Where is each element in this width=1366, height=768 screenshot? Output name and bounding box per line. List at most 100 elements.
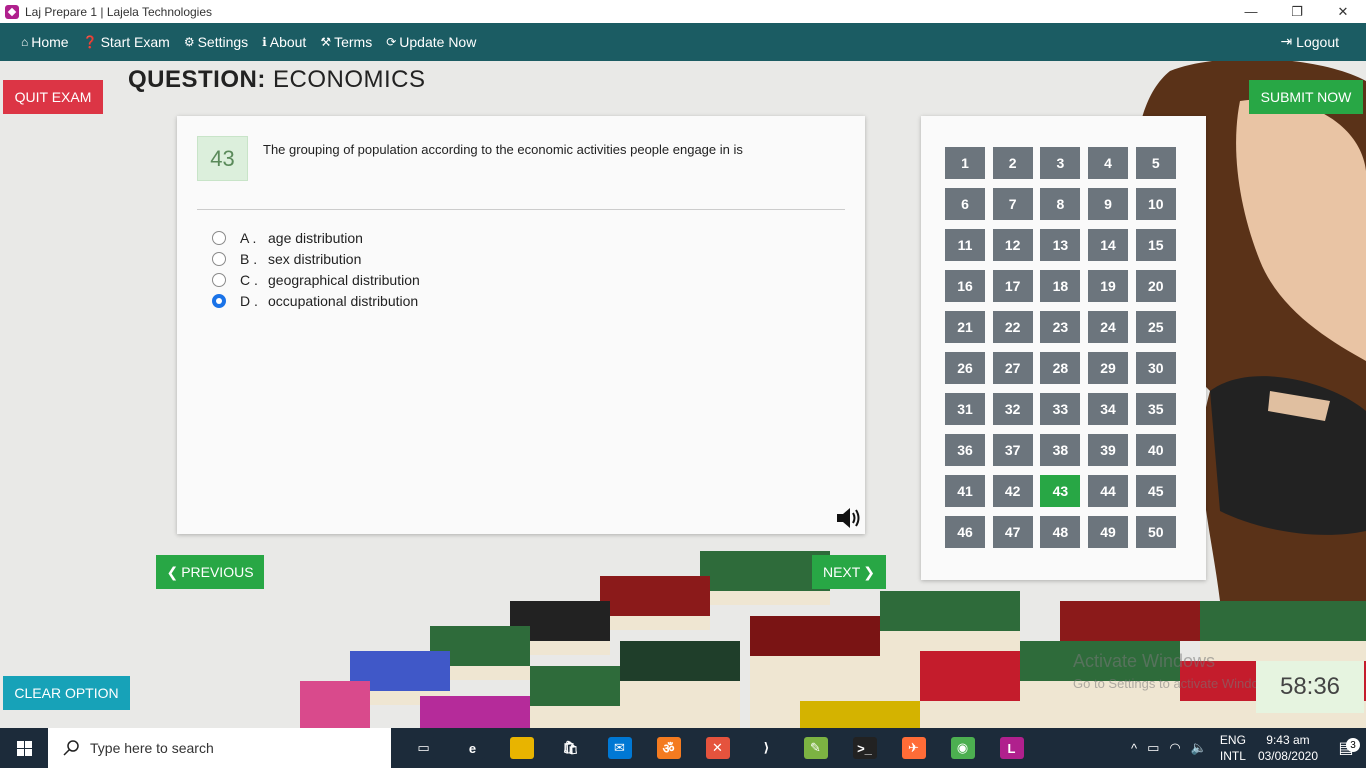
question-nav-button-9[interactable]: 9 [1088,188,1129,220]
question-nav-button-18[interactable]: 18 [1040,270,1081,302]
nav-about[interactable]: ℹ About [262,34,306,50]
edge-taskbar-button[interactable]: e [448,728,497,768]
question-nav-button-20[interactable]: 20 [1135,270,1176,302]
chevron-up-icon[interactable]: ^ [1131,741,1137,756]
vscode-taskbar-button[interactable]: ⟩ [742,728,791,768]
question-nav-button-23[interactable]: 23 [1040,311,1081,343]
option-a[interactable]: A . age distribution [212,227,420,248]
nav-terms[interactable]: ⚒ Terms [320,34,372,50]
previous-button[interactable]: ❮ PREVIOUS [156,555,264,589]
question-nav-button-50[interactable]: 50 [1135,516,1176,548]
window-title: Laj Prepare 1 | Lajela Technologies [25,4,213,19]
chrome-taskbar-button[interactable]: ◉ [938,728,987,768]
nav-update-now[interactable]: ⟳ Update Now [386,34,476,50]
mail-taskbar-button[interactable]: ✉ [595,728,644,768]
question-nav-button-21[interactable]: 21 [945,311,985,343]
question-nav-button-34[interactable]: 34 [1088,393,1129,425]
question-nav-button-17[interactable]: 17 [992,270,1033,302]
option-c[interactable]: C . geographical distribution [212,269,420,290]
autodesk-taskbar-button[interactable]: ✕ [693,728,742,768]
laj-prepare-taskbar-button[interactable]: L [987,728,1036,768]
question-nav-button-35[interactable]: 35 [1135,393,1176,425]
question-nav-button-15[interactable]: 15 [1135,229,1176,261]
question-nav-button-30[interactable]: 30 [1135,352,1176,384]
terminal-taskbar-button[interactable]: >_ [840,728,889,768]
question-nav-button-8[interactable]: 8 [1040,188,1081,220]
question-nav-button-4[interactable]: 4 [1088,147,1129,179]
question-nav-button-37[interactable]: 37 [992,434,1033,466]
question-nav-button-46[interactable]: 46 [945,516,985,548]
question-nav-button-27[interactable]: 27 [992,352,1033,384]
question-nav-button-32[interactable]: 32 [992,393,1033,425]
question-nav-button-10[interactable]: 10 [1135,188,1176,220]
restore-button[interactable]: ❐ [1274,0,1320,23]
task-view-taskbar-button[interactable]: ▭ [399,728,448,768]
nav-settings[interactable]: ⚙ Settings [184,34,248,50]
minimize-button[interactable]: — [1228,0,1274,23]
question-nav-button-48[interactable]: 48 [1040,516,1081,548]
battery-icon[interactable]: ▭ [1147,740,1159,756]
question-nav-button-11[interactable]: 11 [945,229,985,261]
option-b-radio[interactable] [212,251,226,266]
question-nav-button-5[interactable]: 5 [1135,147,1176,179]
notepad-plus-taskbar-button[interactable]: ✎ [791,728,840,768]
question-nav-button-7[interactable]: 7 [992,188,1033,220]
question-nav-button-39[interactable]: 39 [1088,434,1129,466]
question-nav-button-22[interactable]: 22 [992,311,1033,343]
nav-start-exam[interactable]: ❓ Start Exam [83,34,170,50]
wifi-icon[interactable]: ◠ [1169,740,1180,756]
clear-option-button[interactable]: CLEAR OPTION [3,676,130,710]
option-a-radio[interactable] [212,230,226,245]
next-button[interactable]: NEXT ❯ [812,555,886,589]
question-nav-button-40[interactable]: 40 [1135,434,1176,466]
question-nav-button-6[interactable]: 6 [945,188,985,220]
question-nav-button-28[interactable]: 28 [1040,352,1081,384]
option-d-radio[interactable] [212,293,226,308]
question-nav-button-29[interactable]: 29 [1088,352,1129,384]
taskbar-clock[interactable]: 9:43 am 03/08/2020 [1258,732,1318,764]
xampp-taskbar-button[interactable]: ॐ [644,728,693,768]
question-nav-button-45[interactable]: 45 [1135,475,1176,507]
question-nav-button-19[interactable]: 19 [1088,270,1129,302]
option-c-radio[interactable] [212,272,226,287]
speaker-icon[interactable] [835,506,863,530]
question-nav-button-49[interactable]: 49 [1088,516,1129,548]
logout-link[interactable]: ⇥ Logout [1280,33,1339,50]
question-nav-button-12[interactable]: 12 [992,229,1033,261]
volume-icon[interactable]: 🔈 [1191,740,1207,756]
question-nav-button-38[interactable]: 38 [1040,434,1081,466]
question-nav-button-26[interactable]: 26 [945,352,985,384]
postman-taskbar-button[interactable]: ✈ [889,728,938,768]
question-nav-button-16[interactable]: 16 [945,270,985,302]
submit-now-button[interactable]: SUBMIT NOW [1249,80,1363,114]
question-nav-button-25[interactable]: 25 [1135,311,1176,343]
question-nav-button-3[interactable]: 3 [1040,147,1081,179]
question-nav-button-44[interactable]: 44 [1088,475,1129,507]
close-button[interactable]: ✕ [1320,0,1366,23]
question-nav-button-41[interactable]: 41 [945,475,985,507]
store-taskbar-button[interactable]: 🛍 [546,728,595,768]
question-nav-button-36[interactable]: 36 [945,434,985,466]
question-nav-button-1[interactable]: 1 [945,147,985,179]
watermark-subtitle: Go to Settings to activate Windows. [1073,676,1279,691]
question-nav-button-2[interactable]: 2 [992,147,1033,179]
option-d[interactable]: D . occupational distribution [212,290,420,311]
start-button[interactable] [0,728,48,768]
nav-home[interactable]: ⌂ Home [21,34,69,50]
option-letter: C . [240,271,258,288]
file-explorer-taskbar-button[interactable] [497,728,546,768]
taskbar-search-box[interactable]: Type here to search [48,728,391,768]
question-nav-button-31[interactable]: 31 [945,393,985,425]
question-nav-button-13[interactable]: 13 [1040,229,1081,261]
option-b[interactable]: B . sex distribution [212,248,420,269]
question-nav-button-42[interactable]: 42 [992,475,1033,507]
question-nav-button-47[interactable]: 47 [992,516,1033,548]
question-nav-button-43[interactable]: 43 [1040,475,1081,507]
question-nav-button-24[interactable]: 24 [1088,311,1129,343]
question-nav-button-33[interactable]: 33 [1040,393,1081,425]
quit-exam-button[interactable]: QUIT EXAM [3,80,103,114]
action-center-button[interactable]: ▤ 3 [1326,738,1366,758]
question-nav-button-14[interactable]: 14 [1088,229,1129,261]
language-indicator[interactable]: ENG INTL [1220,732,1246,764]
option-text: sex distribution [268,250,362,267]
